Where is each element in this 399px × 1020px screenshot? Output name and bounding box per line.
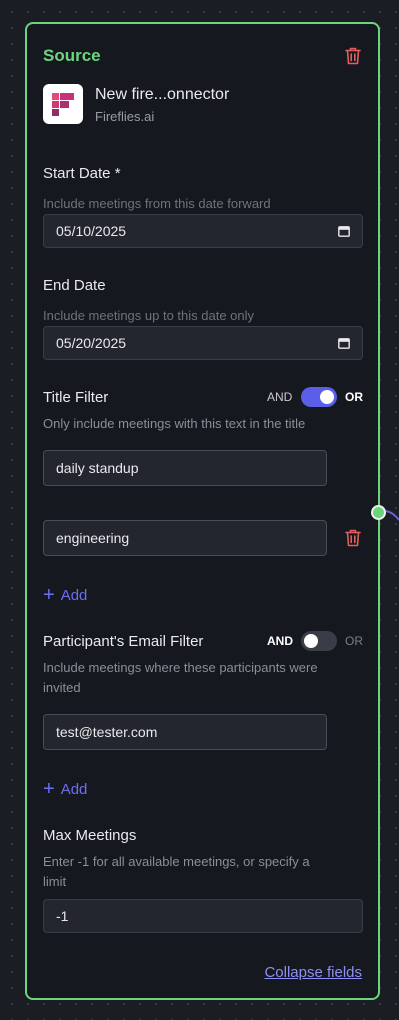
plus-icon: + <box>43 584 55 606</box>
title-filter-help: Only include meetings with this text in … <box>43 416 306 431</box>
end-date-input[interactable]: 05/20/2025 <box>43 326 363 360</box>
start-date-input[interactable]: 05/10/2025 <box>43 214 363 248</box>
plus-icon: + <box>43 778 55 800</box>
end-date-help: Include meetings up to this date only <box>43 308 255 323</box>
connection-edge <box>384 510 399 521</box>
collapse-fields-link[interactable]: Collapse fields <box>264 964 362 981</box>
participant-filter-or-label: OR <box>345 634 363 648</box>
connector-name: New fire...onnector <box>95 86 230 103</box>
remove-value-trash-icon[interactable] <box>344 528 362 548</box>
title-filter-or-label: OR <box>345 390 363 404</box>
max-meetings-input[interactable]: -1 <box>43 899 363 933</box>
title-filter-input[interactable]: engineering <box>43 520 327 556</box>
add-label: Add <box>60 781 88 798</box>
toggle-knob <box>304 634 318 648</box>
participant-email-value: test@tester.com <box>56 724 158 740</box>
participant-filter-help-continued: invited <box>43 680 81 695</box>
participant-email-input[interactable]: test@tester.com <box>43 714 327 750</box>
max-meetings-value: -1 <box>56 908 69 924</box>
start-date-value: 05/10/2025 <box>56 223 127 239</box>
title-filter-label: Title Filter <box>43 389 109 406</box>
title-filter-and-label: AND <box>267 390 293 404</box>
source-node-card[interactable]: Source New fire...onnector Fireflies.ai … <box>25 22 380 1000</box>
participant-filter-help: Include meetings where these participant… <box>43 660 318 675</box>
start-date-help: Include meetings from this date forward <box>43 196 271 211</box>
connector-provider: Fireflies.ai <box>95 109 155 124</box>
add-participant-filter-button[interactable]: + Add <box>43 777 87 800</box>
participant-filter-and-label: AND <box>267 634 293 648</box>
title-filter-value: engineering <box>56 530 130 546</box>
participant-filter-label: Participant's Email Filter <box>43 633 204 650</box>
title-filter-and-or-toggle[interactable] <box>301 387 337 407</box>
output-handle[interactable] <box>371 505 386 520</box>
max-meetings-help-continued: limit <box>43 874 67 889</box>
start-date-label: Start Date * <box>43 165 121 182</box>
end-date-label: End Date <box>43 277 106 294</box>
participant-filter-and-or-toggle[interactable] <box>301 631 337 651</box>
calendar-icon[interactable] <box>338 337 350 349</box>
add-label: Add <box>60 587 88 604</box>
fireflies-logo-icon <box>43 84 83 124</box>
add-title-filter-button[interactable]: + Add <box>43 583 87 606</box>
calendar-icon[interactable] <box>338 225 350 237</box>
node-title: Source <box>43 46 101 65</box>
title-filter-input[interactable]: daily standup <box>43 450 327 486</box>
title-filter-value: daily standup <box>56 460 139 476</box>
end-date-value: 05/20/2025 <box>56 335 127 351</box>
delete-node-trash-icon[interactable] <box>344 46 362 66</box>
max-meetings-help: Enter -1 for all available meetings, or … <box>43 854 310 869</box>
toggle-knob <box>320 390 334 404</box>
max-meetings-label: Max Meetings <box>43 827 137 844</box>
